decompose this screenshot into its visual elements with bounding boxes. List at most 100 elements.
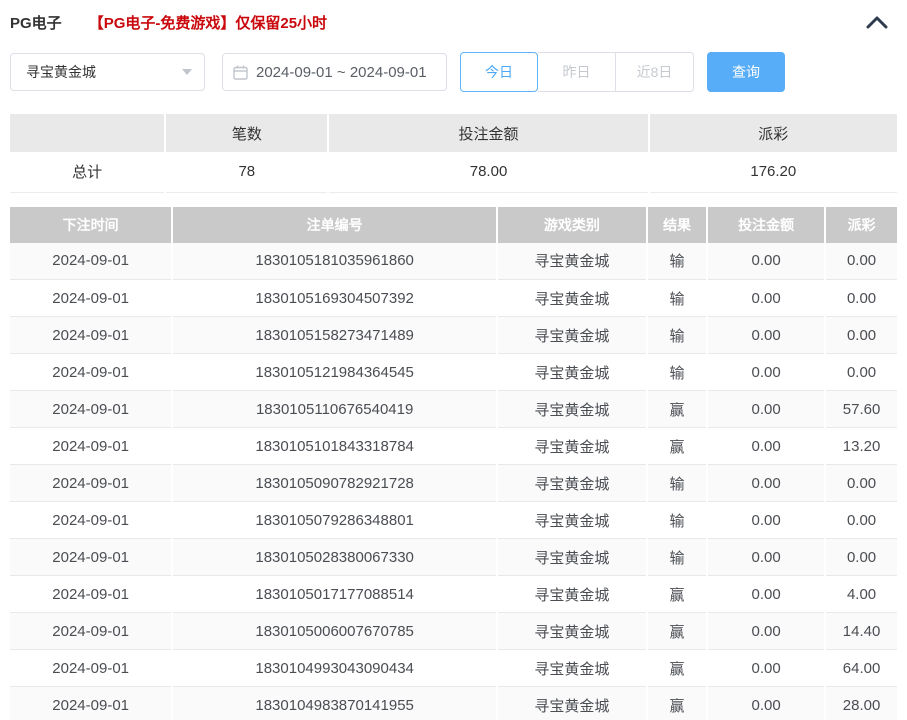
table-row: 2024-09-011830105181035961860寻宝黄金城输0.000… — [10, 243, 897, 280]
cell-result: 输 — [647, 317, 707, 354]
cell-bet-time: 2024-09-01 — [10, 243, 172, 280]
calendar-icon — [233, 65, 248, 80]
cell-game-type: 寻宝黄金城 — [497, 280, 647, 317]
game-select[interactable]: 寻宝黄金城 — [10, 53, 205, 91]
cell-payout: 13.20 — [825, 428, 897, 465]
table-row: 2024-09-011830105110676540419寻宝黄金城赢0.005… — [10, 391, 897, 428]
page-title: PG电子 — [10, 12, 62, 33]
cell-payout: 0.00 — [825, 317, 897, 354]
cell-result: 赢 — [647, 576, 707, 613]
cell-order-id: 1830105158273471489 — [172, 317, 497, 354]
cell-game-type: 寻宝黄金城 — [497, 243, 647, 280]
cell-bet-amount: 0.00 — [707, 650, 825, 687]
summary-header-payout: 派彩 — [649, 114, 897, 152]
search-button[interactable]: 查询 — [707, 52, 785, 92]
date-range-value: 2024-09-01 ~ 2024-09-01 — [256, 64, 427, 81]
summary-header-bet-amount: 投注金额 — [328, 114, 648, 152]
cell-result: 赢 — [647, 391, 707, 428]
cell-bet-time: 2024-09-01 — [10, 428, 172, 465]
summary-total-payout: 176.20 — [649, 152, 897, 192]
cell-bet-amount: 0.00 — [707, 317, 825, 354]
records-header-row: 下注时间 注单编号 游戏类别 结果 投注金额 派彩 — [10, 207, 897, 243]
table-row: 2024-09-011830105017177088514寻宝黄金城赢0.004… — [10, 576, 897, 613]
cell-bet-time: 2024-09-01 — [10, 317, 172, 354]
cell-result: 输 — [647, 243, 707, 280]
table-row: 2024-09-011830105079286348801寻宝黄金城输0.000… — [10, 502, 897, 539]
quick-date-button-group: 今日 昨日 近8日 — [460, 52, 694, 92]
cell-game-type: 寻宝黄金城 — [497, 428, 647, 465]
cell-bet-amount: 0.00 — [707, 465, 825, 502]
cell-bet-time: 2024-09-01 — [10, 576, 172, 613]
summary-total-bet-amount: 78.00 — [328, 152, 648, 192]
cell-bet-time: 2024-09-01 — [10, 613, 172, 650]
cell-game-type: 寻宝黄金城 — [497, 354, 647, 391]
panel-header: PG电子 【PG电子-免费游戏】仅保留25小时 — [10, 0, 897, 32]
cell-bet-amount: 0.00 — [707, 613, 825, 650]
cell-order-id: 1830105121984364545 — [172, 354, 497, 391]
cell-payout: 4.00 — [825, 576, 897, 613]
cell-payout: 0.00 — [825, 465, 897, 502]
table-row: 2024-09-011830105006007670785寻宝黄金城赢0.001… — [10, 613, 897, 650]
cell-result: 输 — [647, 280, 707, 317]
cell-bet-amount: 0.00 — [707, 354, 825, 391]
cell-result: 赢 — [647, 613, 707, 650]
cell-order-id: 1830105090782921728 — [172, 465, 497, 502]
cell-game-type: 寻宝黄金城 — [497, 465, 647, 502]
records-header-order-id: 注单编号 — [172, 207, 497, 243]
cell-bet-amount: 0.00 — [707, 687, 825, 720]
cell-order-id: 1830105017177088514 — [172, 576, 497, 613]
collapse-button[interactable] — [863, 11, 891, 33]
cell-payout: 64.00 — [825, 650, 897, 687]
date-range-input[interactable]: 2024-09-01 ~ 2024-09-01 — [222, 53, 447, 91]
cell-bet-time: 2024-09-01 — [10, 539, 172, 576]
cell-bet-time: 2024-09-01 — [10, 354, 172, 391]
cell-payout: 0.00 — [825, 280, 897, 317]
cell-bet-amount: 0.00 — [707, 391, 825, 428]
cell-result: 输 — [647, 502, 707, 539]
cell-bet-amount: 0.00 — [707, 502, 825, 539]
cell-game-type: 寻宝黄金城 — [497, 502, 647, 539]
cell-order-id: 1830105101843318784 — [172, 428, 497, 465]
cell-payout: 14.40 — [825, 613, 897, 650]
table-row: 2024-09-011830104993043090434寻宝黄金城赢0.006… — [10, 650, 897, 687]
records-header-bet-amount: 投注金额 — [707, 207, 825, 243]
cell-bet-time: 2024-09-01 — [10, 650, 172, 687]
cell-result: 赢 — [647, 650, 707, 687]
cell-bet-amount: 0.00 — [707, 428, 825, 465]
cell-bet-amount: 0.00 — [707, 280, 825, 317]
cell-result: 赢 — [647, 687, 707, 720]
cell-game-type: 寻宝黄金城 — [497, 539, 647, 576]
cell-bet-time: 2024-09-01 — [10, 391, 172, 428]
cell-order-id: 1830105181035961860 — [172, 243, 497, 280]
cell-game-type: 寻宝黄金城 — [497, 687, 647, 720]
records-header-result: 结果 — [647, 207, 707, 243]
cell-game-type: 寻宝黄金城 — [497, 613, 647, 650]
cell-order-id: 1830105079286348801 — [172, 502, 497, 539]
records-body: 2024-09-011830105181035961860寻宝黄金城输0.000… — [10, 243, 897, 720]
table-row: 2024-09-011830105158273471489寻宝黄金城输0.000… — [10, 317, 897, 354]
last-8-days-button[interactable]: 近8日 — [616, 52, 694, 92]
cell-game-type: 寻宝黄金城 — [497, 317, 647, 354]
cell-payout: 0.00 — [825, 502, 897, 539]
cell-result: 输 — [647, 539, 707, 576]
summary-header-count: 笔数 — [165, 114, 328, 152]
cell-payout: 0.00 — [825, 354, 897, 391]
records-header-payout: 派彩 — [825, 207, 897, 243]
cell-order-id: 1830105006007670785 — [172, 613, 497, 650]
notice-text: 【PG电子-免费游戏】仅保留25小时 — [89, 12, 327, 33]
cell-payout: 0.00 — [825, 539, 897, 576]
yesterday-button[interactable]: 昨日 — [538, 52, 616, 92]
cell-bet-amount: 0.00 — [707, 576, 825, 613]
cell-game-type: 寻宝黄金城 — [497, 576, 647, 613]
summary-table: 笔数 投注金额 派彩 总计 78 78.00 176.20 — [10, 114, 897, 193]
records-header-game-type: 游戏类别 — [497, 207, 647, 243]
cell-bet-time: 2024-09-01 — [10, 502, 172, 539]
cell-order-id: 1830105028380067330 — [172, 539, 497, 576]
chevron-down-icon — [182, 69, 192, 75]
table-row: 2024-09-011830105101843318784寻宝黄金城赢0.001… — [10, 428, 897, 465]
cell-bet-time: 2024-09-01 — [10, 280, 172, 317]
cell-result: 输 — [647, 354, 707, 391]
cell-bet-time: 2024-09-01 — [10, 687, 172, 720]
cell-payout: 57.60 — [825, 391, 897, 428]
today-button[interactable]: 今日 — [460, 52, 538, 92]
